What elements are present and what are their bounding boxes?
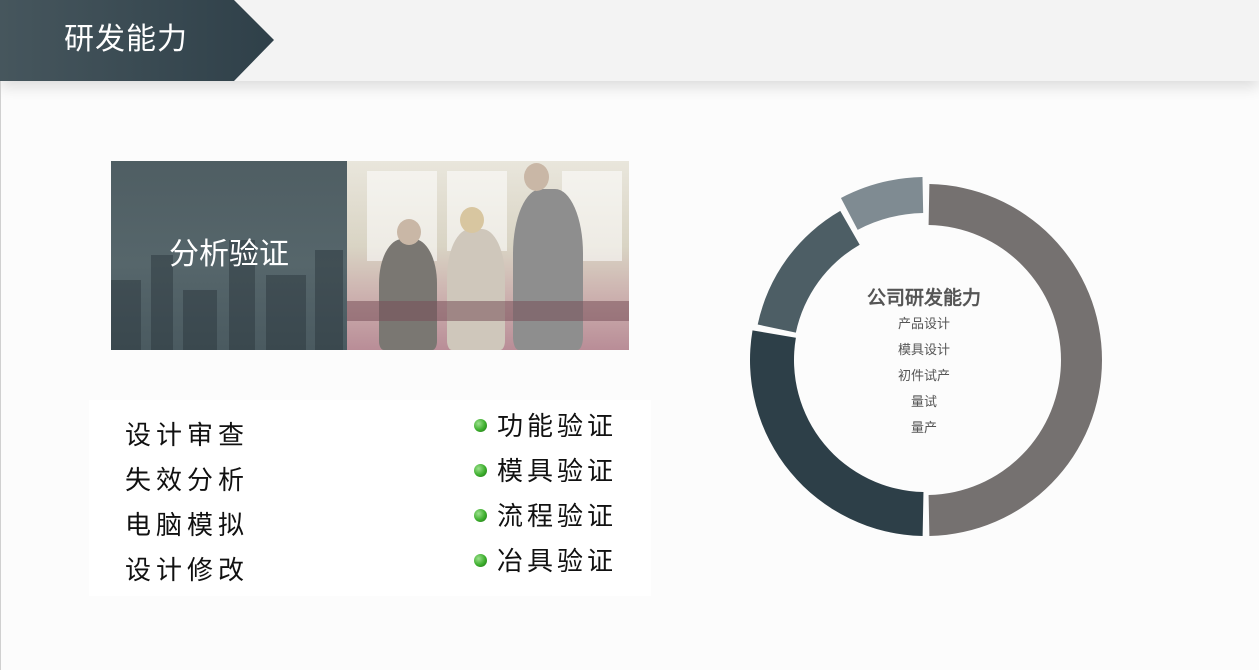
green-bullet-icon [474,464,487,477]
photo-table [347,301,629,321]
city-silhouette [183,290,217,350]
page-title: 研发能力 [64,22,188,57]
list-item: 设计审查 [125,421,250,451]
photo-person-head [397,219,421,245]
green-bullet-icon [474,554,487,567]
list-item: 失效分析 [125,466,250,496]
list-item-label: 冶具验证 [497,547,618,577]
green-bullet-icon [474,509,487,522]
city-silhouette [266,275,306,350]
donut-center-item: 产品设计 [897,317,950,332]
donut-center-item: 量产 [910,421,937,436]
list-item-label: 流程验证 [497,502,618,532]
list-item-label: 功能验证 [497,412,618,442]
donut-center-item: 量试 [910,395,937,410]
banner-label-panel: 分析验证 [111,161,347,350]
verification-list-card: 设计审查 失效分析 电脑模拟 设计修改 功能验证 模具验证 流程验证 冶具验证 [89,400,651,596]
photo-person [513,189,583,350]
photo-person [379,239,437,350]
donut-center-item: 初件试产 [897,369,950,384]
list-item: 电脑模拟 [125,511,250,541]
list-item-label: 模具验证 [497,457,618,487]
banner-label: 分析验证 [169,237,289,272]
donut-center-items: 产品设计 模具设计 初件试产 量试 量产 [824,312,1024,442]
donut-center-item: 模具设计 [897,343,950,358]
photo-person [447,229,505,350]
analysis-banner: 分析验证 [111,161,629,350]
green-bullet-icon [474,419,487,432]
left-list: 设计审查 失效分析 电脑模拟 设计修改 [125,414,249,594]
page-left-border [0,81,1,670]
donut-center-title: 公司研发能力 [866,287,981,309]
donut-center-label: 公司研发能力 产品设计 模具设计 初件试产 量试 量产 [824,284,1024,442]
list-item: 设计修改 [125,556,250,586]
city-silhouette [111,280,141,350]
photo-person-head [524,163,549,191]
team-photo [347,161,629,350]
photo-person-head [460,207,484,233]
donut-segment-4 [840,177,924,230]
